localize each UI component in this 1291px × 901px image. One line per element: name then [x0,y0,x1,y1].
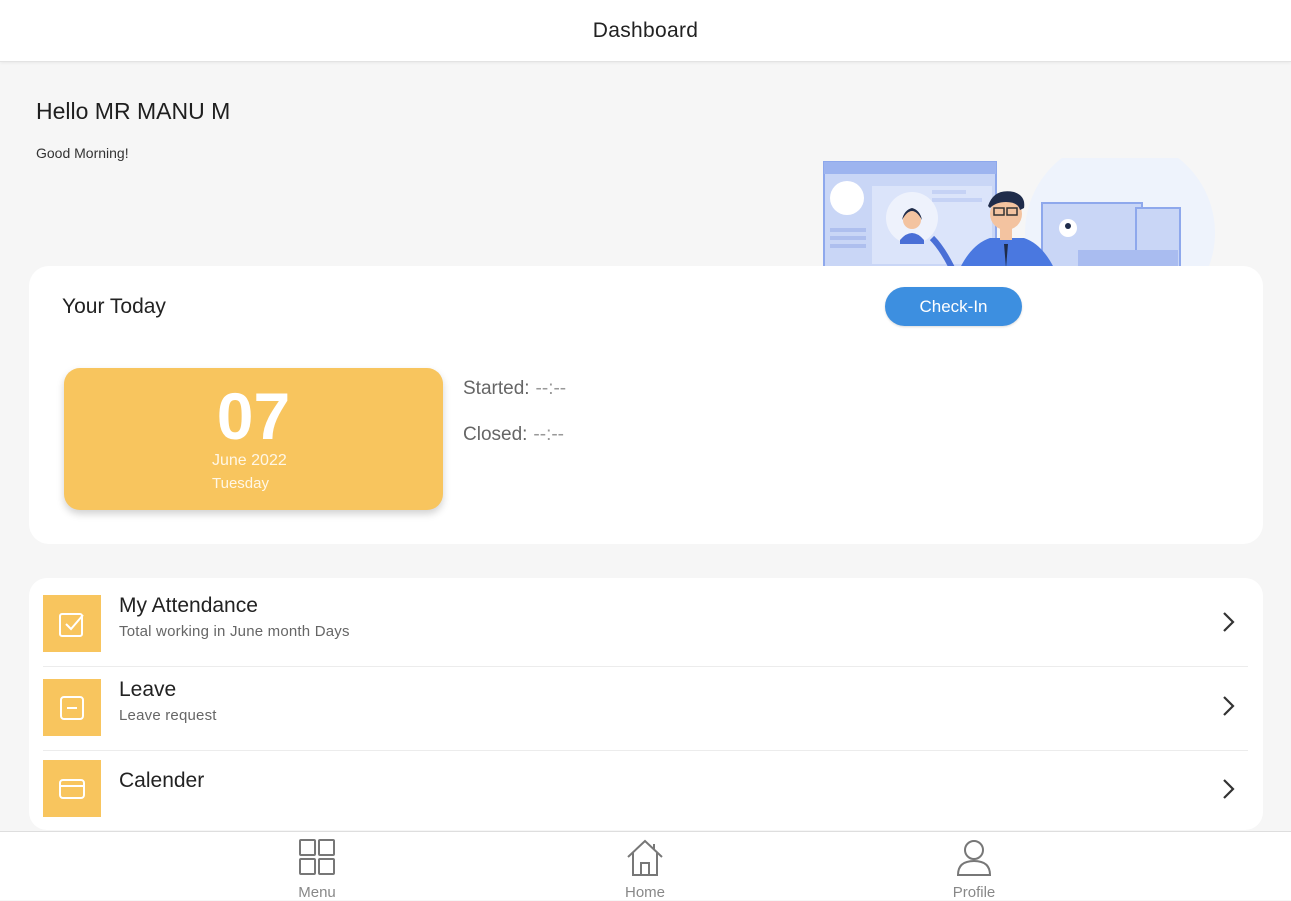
list-item-subtitle: Leave request [119,707,217,724]
check-in-button[interactable]: Check-In [885,287,1022,326]
started-label: Started: [463,378,530,399]
meeting-illustration [823,158,1215,268]
nav-profile-label: Profile [952,884,996,901]
closed-value: --:-- [533,424,565,445]
chevron-right-icon [1223,779,1235,799]
date-month-year: June 2022 [212,452,287,469]
page-title: Dashboard [592,18,699,42]
list-item-leave[interactable]: Leave Leave request [43,662,1248,746]
check-square-icon [43,595,101,652]
top-app-bar: Dashboard [0,0,1291,62]
greeting-subtitle: Good Morning! [36,145,129,161]
home-icon [627,839,663,876]
nav-menu-label: Menu [298,884,336,901]
date-day: 07 [216,379,291,453]
started-value: --:-- [535,378,567,399]
menu-list-card: My Attendance Total working in June mont… [29,578,1263,830]
list-item-calender[interactable]: Calender [43,743,1248,827]
closed-time-row: Closed: --:-- [463,424,564,446]
date-weekday: Tuesday [212,475,269,492]
nav-menu[interactable]: Menu [277,836,357,901]
greeting-title: Hello MR MANU M [36,98,231,124]
list-item-label: My Attendance [119,594,258,617]
started-time-row: Started: --:-- [463,378,566,400]
bottom-navigation: Menu Home Profile [0,831,1291,901]
date-tile: 07 June 2022 Tuesday [64,368,443,510]
user-icon [956,840,992,876]
chevron-right-icon [1223,696,1235,716]
today-card-title: Your Today [62,295,166,318]
card-icon [43,760,101,817]
chevron-right-icon [1223,612,1235,632]
list-item-label: Leave [119,678,177,701]
grid-icon [299,839,335,875]
today-card: Your Today Check-In 07 June 2022 Tuesday… [29,266,1263,544]
nav-profile[interactable]: Profile [934,836,1014,901]
nav-home[interactable]: Home [605,836,685,901]
nav-home-label: Home [624,884,665,901]
list-item-my-attendance[interactable]: My Attendance Total working in June mont… [43,578,1248,662]
minus-square-icon [43,679,101,736]
closed-label: Closed: [463,424,528,445]
list-item-label: Calender [119,769,205,792]
list-item-subtitle: Total working in June month Days [119,623,350,640]
